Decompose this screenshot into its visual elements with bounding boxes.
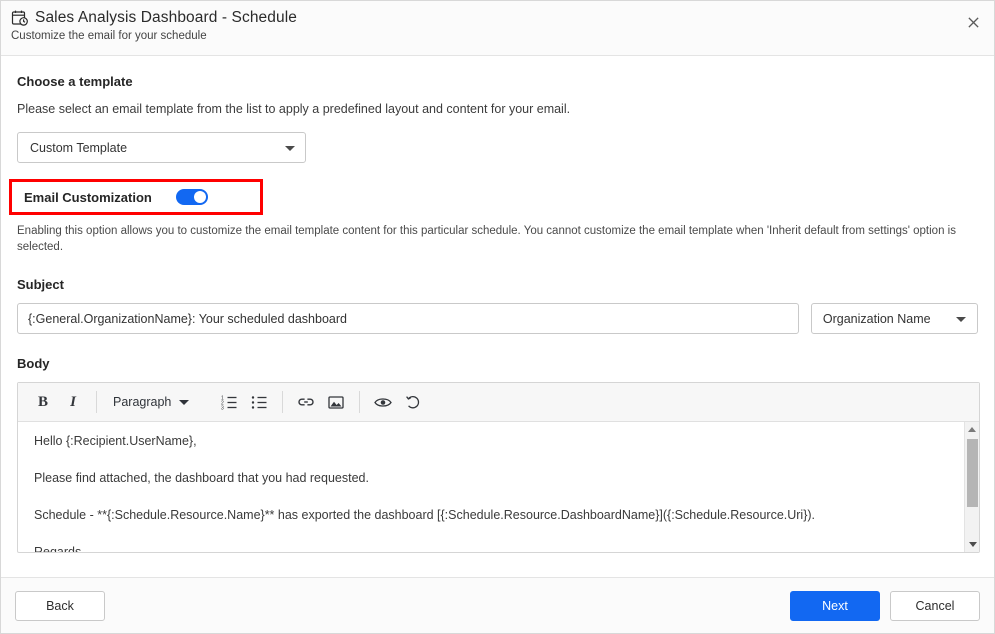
toolbar-divider xyxy=(96,391,97,413)
chevron-down-icon xyxy=(956,317,966,322)
dialog-footer: Back Next Cancel xyxy=(1,577,994,633)
paragraph-dropdown-label: Paragraph xyxy=(113,395,171,409)
choose-template-heading: Choose a template xyxy=(17,74,978,89)
reset-button[interactable] xyxy=(398,388,428,416)
svg-text:3: 3 xyxy=(221,405,224,409)
next-button[interactable]: Next xyxy=(790,591,880,621)
body-text-area[interactable]: Hello {:Recipient.UserName}, Please find… xyxy=(18,422,979,552)
close-icon[interactable] xyxy=(962,11,984,33)
back-button[interactable]: Back xyxy=(15,591,105,621)
body-line: Schedule - **{:Schedule.Resource.Name}**… xyxy=(34,508,965,523)
email-customization-highlight: Email Customization xyxy=(9,179,263,215)
footer-actions: Next Cancel xyxy=(790,591,980,621)
title-row: Sales Analysis Dashboard - Schedule xyxy=(11,8,978,28)
template-select[interactable]: Custom Template xyxy=(17,132,306,163)
body-line: Hello {:Recipient.UserName}, xyxy=(34,434,965,449)
schedule-email-dialog: Sales Analysis Dashboard - Schedule Cust… xyxy=(0,0,995,634)
page-title: Sales Analysis Dashboard - Schedule xyxy=(35,8,297,28)
body-editor: B I Paragraph 1 2 3 xyxy=(17,382,980,553)
link-button[interactable] xyxy=(291,388,321,416)
template-select-value: Custom Template xyxy=(30,141,127,155)
email-customization-description: Enabling this option allows you to custo… xyxy=(17,223,978,255)
dialog-content: Choose a template Please select an email… xyxy=(1,56,994,577)
subject-token-select[interactable]: Organization Name xyxy=(811,303,978,334)
scroll-down-icon[interactable] xyxy=(965,537,979,552)
scroll-up-icon[interactable] xyxy=(965,422,979,437)
toolbar-divider xyxy=(205,391,206,413)
email-customization-label: Email Customization xyxy=(24,190,152,205)
body-label: Body xyxy=(17,356,978,371)
toolbar-divider xyxy=(359,391,360,413)
subject-token-value: Organization Name xyxy=(823,312,931,326)
body-scrollbar[interactable] xyxy=(964,422,979,552)
paragraph-dropdown[interactable]: Paragraph xyxy=(105,388,197,416)
toolbar-divider xyxy=(282,391,283,413)
bold-button[interactable]: B xyxy=(28,388,58,416)
chevron-down-icon xyxy=(179,400,189,405)
calendar-clock-icon xyxy=(11,9,29,27)
ordered-list-button[interactable]: 1 2 3 xyxy=(214,388,244,416)
cancel-button[interactable]: Cancel xyxy=(890,591,980,621)
scrollbar-thumb[interactable] xyxy=(967,439,978,507)
italic-button[interactable]: I xyxy=(58,388,88,416)
image-button[interactable] xyxy=(321,388,351,416)
subject-input[interactable] xyxy=(17,303,799,334)
dialog-subtitle: Customize the email for your schedule xyxy=(11,29,978,44)
subject-label: Subject xyxy=(17,277,978,292)
email-customization-toggle[interactable] xyxy=(176,189,208,205)
editor-toolbar: B I Paragraph 1 2 3 xyxy=(18,383,979,422)
choose-template-description: Please select an email template from the… xyxy=(17,101,978,118)
subject-row: Organization Name xyxy=(17,303,978,334)
toggle-knob xyxy=(194,191,206,203)
unordered-list-button[interactable] xyxy=(244,388,274,416)
body-line: Regards, xyxy=(34,545,965,552)
dialog-header: Sales Analysis Dashboard - Schedule Cust… xyxy=(1,1,994,56)
preview-button[interactable] xyxy=(368,388,398,416)
chevron-down-icon xyxy=(285,146,295,151)
body-line: Please find attached, the dashboard that… xyxy=(34,471,965,486)
